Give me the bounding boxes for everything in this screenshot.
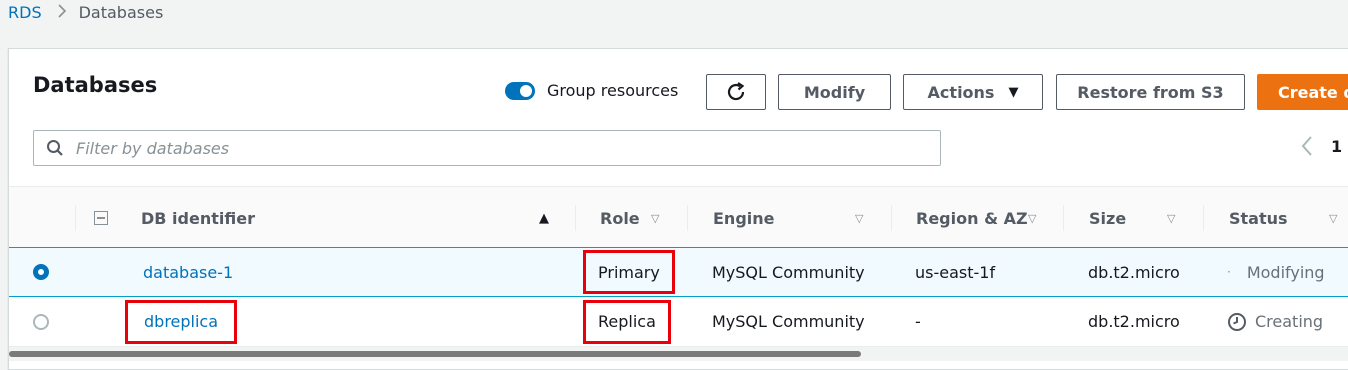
col-status[interactable]: Status ▽ [1203,187,1343,249]
col-engine[interactable]: Engine ▽ [687,187,891,249]
search-icon [47,140,63,156]
col-role-label: Role [600,208,640,228]
refresh-button[interactable] [706,74,766,110]
sort-ascending-icon[interactable]: ▲ [539,211,549,226]
restore-from-s3-button[interactable]: Restore from S3 [1056,74,1245,110]
breadcrumb: RDS Databases [8,3,163,22]
col-role[interactable]: Role ▽ [575,187,687,249]
col-size-label: Size [1089,208,1127,228]
size-cell: db.t2.micro [1088,312,1180,331]
col-db-identifier-label: DB identifier [141,208,255,228]
identifier-highlight-box: dbreplica [125,299,238,344]
role-cell: Replica [583,297,671,346]
region-cell: - [915,312,921,331]
db-identifier-link[interactable]: dbreplica [144,312,218,331]
header-select-all[interactable] [75,187,127,249]
page-title: Databases [33,73,158,97]
role-highlight-box: Primary [583,250,675,294]
sort-icon[interactable]: ▽ [1028,212,1036,225]
db-identifier-cell: dbreplica [125,297,238,346]
databases-panel: Databases Group resources Modify Actions… [8,48,1348,370]
col-size[interactable]: Size ▽ [1063,187,1203,249]
radio-selected-icon[interactable] [33,264,49,280]
sort-icon[interactable]: ▽ [651,212,659,225]
col-engine-label: Engine [713,208,775,228]
engine-cell: MySQL Community [712,262,865,282]
table-row[interactable]: database-1 Primary MySQL Community us-ea… [9,247,1348,297]
table-row[interactable]: dbreplica Replica MySQL Community - db.t… [9,297,1348,347]
pagination: 1 [1301,135,1342,157]
spinner-icon: · [1227,265,1231,279]
role-highlight-box: Replica [583,299,671,344]
search-field[interactable] [33,130,941,166]
page-number[interactable]: 1 [1331,137,1342,156]
clock-icon [1228,312,1246,331]
chevron-right-icon [58,3,67,22]
group-resources-toggle[interactable] [505,81,535,100]
group-resources-label: Group resources [547,81,679,100]
size-cell: db.t2.micro [1088,262,1180,282]
modify-button[interactable]: Modify [778,74,891,110]
group-resources-toggle-wrap[interactable]: Group resources [505,81,678,100]
actions-label: Actions [927,82,995,102]
db-identifier-link[interactable]: database-1 [143,248,233,296]
actions-dropdown-button[interactable]: Actions ▼ [903,74,1043,110]
breadcrumb-current: Databases [78,3,164,22]
create-database-button[interactable]: Create d [1257,74,1348,110]
horizontal-scrollbar-thumb[interactable] [9,351,861,357]
row-radio[interactable] [33,297,49,346]
caret-down-icon: ▼ [1008,84,1019,100]
col-region-az[interactable]: Region & AZ ▽ [891,187,1063,249]
search-input[interactable] [74,137,898,159]
col-region-az-label: Region & AZ [916,208,1028,228]
collapse-all-icon[interactable] [94,211,108,225]
col-db-identifier[interactable]: DB identifier ▲ [141,187,575,249]
refresh-icon [727,82,745,101]
breadcrumb-rds-link[interactable]: RDS [8,3,42,22]
role-cell: Primary [583,248,675,296]
status-cell: · Modifying [1227,248,1325,296]
status-text: Creating [1255,312,1324,331]
sort-icon[interactable]: ▽ [1167,212,1175,225]
chevron-left-icon[interactable] [1301,135,1313,157]
region-cell: us-east-1f [915,262,996,282]
table-header: DB identifier ▲ Role ▽ Engine ▽ Region &… [9,186,1348,250]
col-status-label: Status [1229,208,1288,228]
sort-icon[interactable]: ▽ [855,212,863,225]
sort-icon[interactable]: ▽ [1329,212,1337,225]
status-cell: Creating [1227,297,1323,346]
status-text: Modifying [1246,262,1325,282]
row-radio[interactable] [33,248,49,296]
radio-unselected-icon[interactable] [33,313,49,330]
engine-cell: MySQL Community [712,312,865,331]
